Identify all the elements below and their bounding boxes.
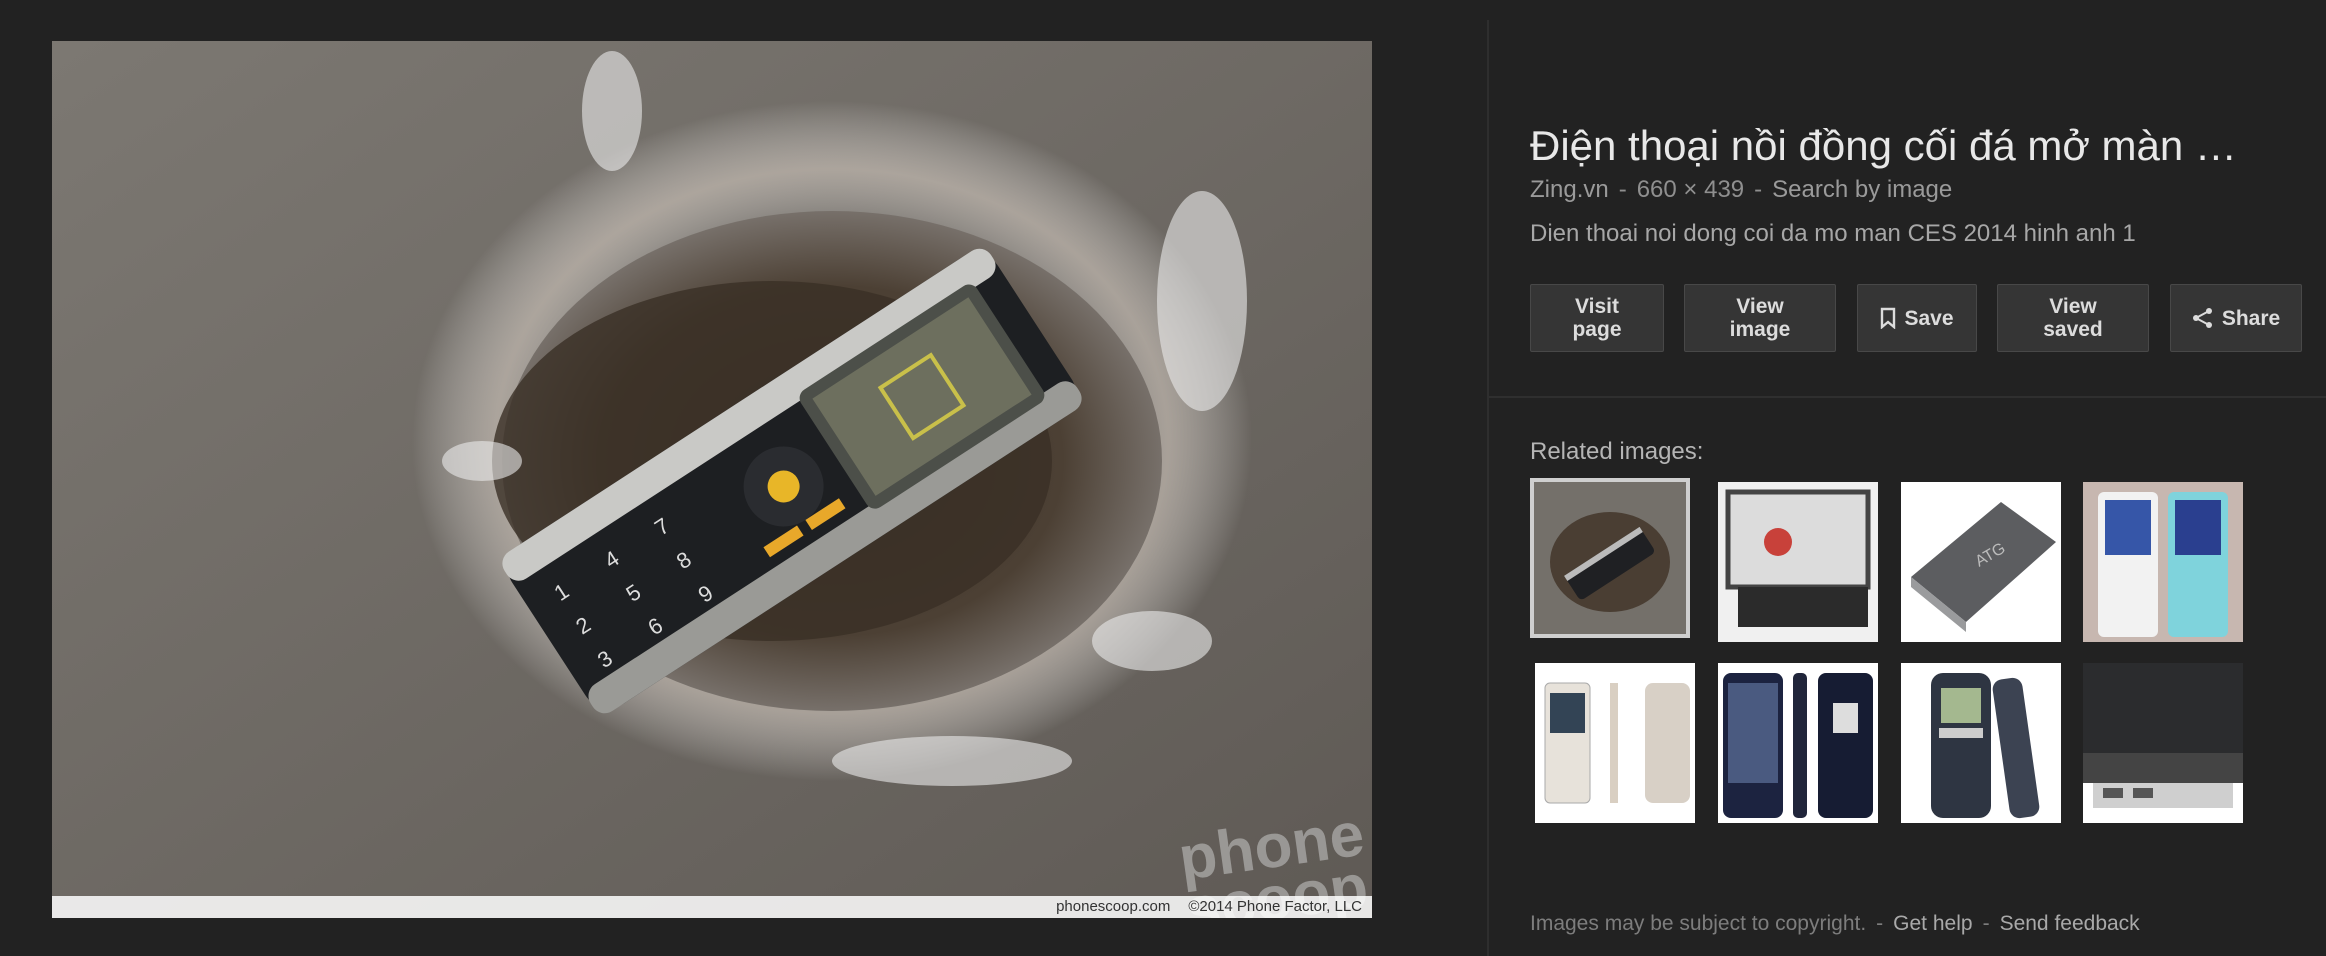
view-image-button[interactable]: View image (1684, 284, 1836, 352)
search-by-image-link[interactable]: Search by image (1772, 176, 1952, 203)
image-description: Dien thoai noi dong coi da mo man CES 20… (1530, 220, 2136, 247)
image-meta: Zing.vn -660 × 439- Search by image (1530, 176, 1953, 203)
copyright-notice: Images may be subject to copyright. (1530, 912, 1867, 935)
related-thumb-3[interactable]: ATG (1901, 482, 2061, 642)
preview-image[interactable]: 147 258 369 phone scoop phonescoop.com ©2… (52, 41, 1372, 918)
share-icon (2192, 308, 2212, 328)
related-thumb-8[interactable] (2083, 663, 2243, 823)
image-dimensions: 660 × 439 (1636, 176, 1745, 203)
source-link[interactable]: Zing.vn (1530, 176, 1609, 203)
panel-divider (1487, 20, 1489, 956)
get-help-link[interactable]: Get help (1893, 912, 1972, 935)
related-thumb-5[interactable] (1535, 663, 1695, 823)
bookmark-icon (1881, 307, 1896, 329)
related-images-label: Related images: (1530, 438, 1704, 465)
image-title[interactable]: Điện thoại nồi đồng cối đá mở màn … (1530, 122, 2290, 170)
phone-in-puddle-photo: 147 258 369 (52, 41, 1372, 918)
related-thumb-1[interactable] (1530, 478, 1690, 638)
view-saved-button[interactable]: View saved (1997, 284, 2149, 352)
image-details-panel: Điện thoại nồi đồng cối đá mở màn … Zing… (1530, 0, 2326, 956)
image-credit: phonescoop.com ©2014 Phone Factor, LLC (52, 896, 1372, 918)
related-thumb-6[interactable] (1718, 663, 1878, 823)
share-button[interactable]: Share (2170, 284, 2302, 352)
related-thumb-2[interactable] (1718, 482, 1878, 642)
related-thumb-7[interactable] (1901, 663, 2061, 823)
visit-page-button[interactable]: Visit page (1530, 284, 1664, 352)
footer: Images may be subject to copyright. - Get … (1530, 912, 2140, 935)
save-button[interactable]: Save (1857, 284, 1977, 352)
section-divider (1489, 396, 2326, 398)
send-feedback-link[interactable]: Send feedback (2000, 912, 2140, 935)
related-thumb-4[interactable] (2083, 482, 2243, 642)
